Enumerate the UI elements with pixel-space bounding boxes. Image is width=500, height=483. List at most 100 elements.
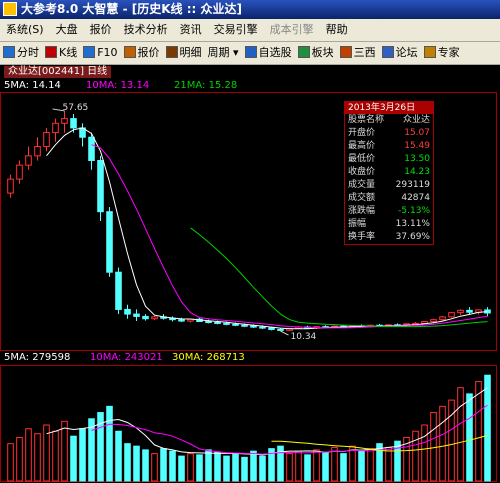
forum-icon [381, 46, 394, 58]
volume-bar [124, 443, 131, 482]
menu-item-6[interactable]: 成本引擎 [264, 19, 320, 41]
candle [7, 174, 14, 198]
volume-bar [79, 428, 86, 482]
toolbar-label: 报价 [137, 46, 160, 59]
toolbar-button-1[interactable]: K线 [42, 42, 80, 64]
candle [79, 123, 86, 147]
info-key: 成交量 [348, 180, 376, 190]
info-row: 成交量 293119 [345, 179, 433, 192]
toolbar-button-0[interactable]: 分时 [0, 42, 42, 64]
menu-item-1[interactable]: 大盘 [50, 19, 84, 41]
volume-bar [340, 453, 347, 482]
menu-bar: 系统(S) 大盘 报价 技术分析 资讯 交易引擎 成本引擎 帮助 [0, 19, 500, 42]
info-row: 振幅 13.11% [345, 218, 433, 231]
toolbar-label: 分时 [17, 46, 39, 59]
volume-bar [151, 453, 158, 482]
toolbar-button-8[interactable]: 三西 [337, 42, 379, 64]
candle [142, 314, 149, 321]
volume-bar [259, 455, 266, 482]
volume-bar [7, 443, 14, 482]
volume-bar [304, 454, 311, 482]
volume-bar [241, 456, 248, 482]
volume-bar [205, 449, 212, 482]
volume-bar [394, 440, 401, 482]
volume-bar [412, 430, 419, 482]
info-key: 涨跌幅 [348, 206, 376, 216]
info-row: 收盘价 14.23 [345, 166, 433, 179]
volume-bar [457, 387, 464, 482]
info-row: 开盘价 15.07 [345, 127, 433, 140]
menu-item-0[interactable]: 系统(S) [0, 19, 50, 41]
volume-bar [160, 448, 167, 482]
info-row: 成交额 42874 [345, 192, 433, 205]
toolbar-button-4[interactable]: 明细 [163, 42, 205, 64]
volume-bar [430, 412, 437, 482]
toolbar-label: 板块 [311, 46, 334, 59]
volume-bar [106, 405, 113, 482]
toolbar-label: K线 [59, 46, 78, 59]
volume-bar [385, 446, 392, 482]
toolbar-button-9[interactable]: 论坛 [379, 42, 421, 64]
toolbar-button-10[interactable]: 专家 [421, 42, 463, 64]
grid-icon [123, 46, 136, 58]
candle [169, 316, 176, 322]
toolbar: 分时 K线 F10 报价 明细 周期 ▾ 自选股 板块 三西 论坛 专家 [0, 42, 500, 65]
volume-bar [187, 453, 194, 482]
toolbar-button-7[interactable]: 板块 [295, 42, 337, 64]
toolbar-button-6[interactable]: 自选股 [242, 42, 295, 64]
volume-bar [88, 418, 95, 482]
info-value: 37.69% [395, 232, 430, 242]
chart-header: 众业达[002441] 日线 [0, 65, 500, 79]
ma-legend: 5MA: 14.14 10MA: 13.14 21MA: 15.28 [0, 80, 500, 92]
candle [16, 160, 23, 184]
volume-bar [322, 451, 329, 482]
toolbar-label: 周期 ▾ [207, 46, 239, 59]
info-value: -5.13% [398, 206, 430, 216]
info-key: 成交额 [348, 193, 376, 203]
toolbar-label: 自选股 [258, 46, 292, 59]
volume-bar [349, 445, 356, 482]
stock-info-panel: 2013年3月26日 股票名称 众业达 开盘价 15.07 最高价 15.49 最低价 13.… [344, 101, 434, 245]
candle [133, 309, 140, 322]
menu-item-4[interactable]: 资讯 [174, 19, 208, 41]
info-value: 14.23 [404, 167, 430, 177]
info-value: 15.07 [404, 128, 430, 138]
info-row: 股票名称 众业达 [345, 114, 433, 127]
expert-icon [423, 46, 436, 58]
info-date: 2013年3月26日 [345, 102, 433, 114]
volume-bar [421, 424, 428, 482]
volume-bar [196, 454, 203, 482]
volume-bar [169, 450, 176, 482]
volume-bar [295, 450, 302, 482]
toolbar-button-3[interactable]: 报价 [121, 42, 163, 64]
volume-bar [70, 435, 77, 482]
info-key: 股票名称 [348, 115, 385, 125]
info-value: 293119 [395, 180, 430, 190]
info-value: 众业达 [402, 115, 430, 125]
menu-item-2[interactable]: 报价 [84, 19, 118, 41]
info-key: 换手率 [348, 232, 376, 242]
candle [61, 110, 68, 133]
menu-item-3[interactable]: 技术分析 [118, 19, 174, 41]
candle [43, 127, 50, 152]
info-key: 收盘价 [348, 167, 376, 177]
menu-item-5[interactable]: 交易引擎 [208, 19, 264, 41]
window-title: 大参考8.0 大智慧 - [历史K线 :: 众业达] [21, 2, 242, 16]
volume-bar [214, 451, 221, 482]
info-row: 涨跌幅 -5.13% [345, 205, 433, 218]
vol-ma10-line [91, 404, 488, 455]
toolbar-label: 专家 [437, 46, 460, 59]
stock-tab[interactable]: 众业达[002441] 日线 [4, 66, 112, 78]
toolbar-label: 论坛 [395, 46, 418, 59]
volume-chart[interactable] [0, 365, 500, 483]
volume-bar [232, 453, 239, 482]
block-icon [297, 46, 310, 58]
candle [448, 311, 455, 318]
toolbar-button-2[interactable]: F10 [80, 42, 120, 64]
volume-bar [439, 405, 446, 482]
info-value: 13.11% [395, 219, 430, 229]
volume-bar [448, 399, 455, 482]
menu-item-7[interactable]: 帮助 [320, 19, 354, 41]
candle [457, 309, 464, 316]
toolbar-button-5[interactable]: 周期 ▾ [205, 42, 242, 64]
